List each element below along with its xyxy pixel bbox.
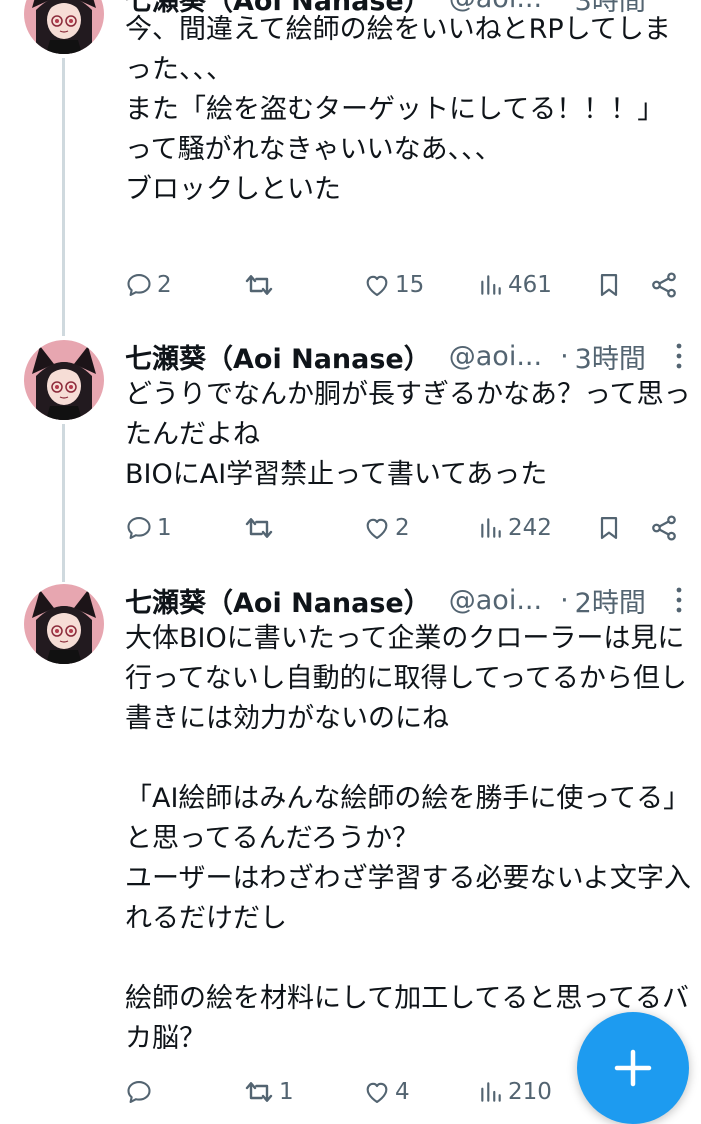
reply-count: 1 xyxy=(157,515,172,541)
views-icon xyxy=(481,518,501,538)
views-icon xyxy=(481,1082,501,1102)
avatar[interactable] xyxy=(24,0,104,54)
reply-button[interactable] xyxy=(125,1072,157,1112)
more-button[interactable] xyxy=(671,584,687,616)
like-button[interactable]: 4 xyxy=(363,1072,410,1112)
more-icon xyxy=(676,343,682,369)
bookmark-button[interactable] xyxy=(595,265,623,305)
share-button[interactable] xyxy=(649,265,679,305)
tweet-header: 七瀬葵（Aoi Nanase） @aoi... · 2時間 xyxy=(125,580,687,620)
heart-icon xyxy=(366,275,388,296)
avatar[interactable] xyxy=(24,584,104,664)
views-button[interactable]: 242 xyxy=(478,508,552,548)
handle[interactable]: @aoi... xyxy=(449,341,542,372)
display-name[interactable]: 七瀬葵（Aoi Nanase） xyxy=(125,337,431,376)
like-count: 15 xyxy=(395,272,425,298)
share-button[interactable] xyxy=(649,508,679,548)
reply-count: 2 xyxy=(157,272,172,298)
like-count: 2 xyxy=(395,515,410,541)
tweet-actions: 1 2 242 xyxy=(125,508,681,548)
tweet[interactable]: 七瀬葵（Aoi Nanase） @aoi... · 3時間 どうりでなんか胴が長… xyxy=(0,336,701,572)
view-count: 242 xyxy=(508,515,552,541)
tweet-text: どうりでなんか胴が長すぎるかなあ？って思ったんだよね BIOにAI学習禁止って書… xyxy=(125,379,691,490)
reply-icon xyxy=(127,517,151,539)
share-icon xyxy=(652,272,676,298)
retweet-button[interactable] xyxy=(243,508,279,548)
like-button[interactable]: 15 xyxy=(363,265,424,305)
reply-button[interactable]: 2 xyxy=(125,265,172,305)
handle[interactable]: @aoi... xyxy=(449,585,542,616)
reply-button[interactable]: 1 xyxy=(125,508,172,548)
tweet-text: 大体BIOに書いたって企業のクローラーは見に行ってないし自動的に取得してってるか… xyxy=(125,623,691,1054)
plus-icon xyxy=(614,1049,652,1087)
tweet-actions: 2 15 461 xyxy=(125,265,681,305)
retweet-icon xyxy=(245,518,273,538)
share-icon xyxy=(652,515,676,541)
separator-dot: · xyxy=(560,340,569,372)
views-button[interactable]: 461 xyxy=(478,265,552,305)
retweet-icon xyxy=(245,1082,273,1102)
bookmark-icon xyxy=(600,516,618,540)
compose-button[interactable] xyxy=(577,1012,689,1124)
like-button[interactable]: 2 xyxy=(363,508,410,548)
like-count: 4 xyxy=(395,1079,410,1105)
bookmark-button[interactable] xyxy=(595,508,623,548)
tweet[interactable]: 七瀬葵（Aoi Nanase） @aoi... · 3時間 今、間違えて絵師の絵… xyxy=(0,0,701,330)
views-button[interactable]: 210 xyxy=(478,1072,552,1112)
reply-icon xyxy=(127,274,151,296)
tweet-header: 七瀬葵（Aoi Nanase） @aoi... · 3時間 xyxy=(125,336,687,376)
timestamp[interactable]: 3時間 xyxy=(575,337,646,376)
views-icon xyxy=(481,275,501,295)
avatar[interactable] xyxy=(24,340,104,420)
heart-icon xyxy=(366,1082,388,1103)
heart-icon xyxy=(366,518,388,539)
retweet-count: 1 xyxy=(279,1079,294,1105)
separator-dot: · xyxy=(560,584,569,616)
view-count: 210 xyxy=(508,1079,552,1105)
retweet-button[interactable]: 1 xyxy=(243,1072,294,1112)
bookmark-icon xyxy=(600,273,618,297)
timestamp[interactable]: 2時間 xyxy=(575,581,646,620)
display-name[interactable]: 七瀬葵（Aoi Nanase） xyxy=(125,581,431,620)
more-icon xyxy=(676,587,682,613)
tweet-text: 今、間違えて絵師の絵をいいねとRPしてしまった、、、 また「絵を盗むターゲットに… xyxy=(125,14,671,205)
retweet-icon xyxy=(245,275,273,295)
more-button[interactable] xyxy=(671,340,687,372)
view-count: 461 xyxy=(508,272,552,298)
retweet-button[interactable] xyxy=(243,265,279,305)
reply-icon xyxy=(127,1081,151,1103)
